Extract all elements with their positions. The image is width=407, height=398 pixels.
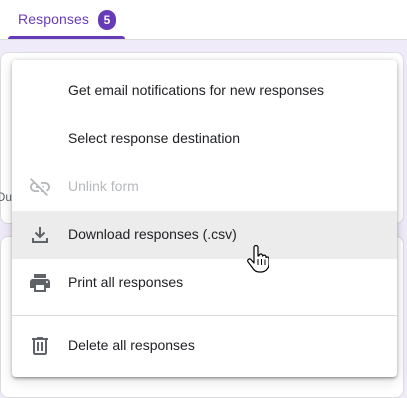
responses-more-menu: Get email notifications for new response… [12,60,397,377]
response-count-badge: 5 [98,10,116,30]
menu-item-label: Select response destination [68,130,240,146]
tab-active-indicator [8,36,125,39]
download-icon [28,223,52,247]
menu-item-delete-all[interactable]: Delete all responses [12,322,397,370]
print-icon [28,271,52,295]
menu-item-select-destination[interactable]: Select response destination [12,115,397,163]
menu-item-label: Delete all responses [68,337,195,353]
tab-label: Responses [18,11,89,27]
tab-responses[interactable]: Responses 5 [8,0,125,39]
menu-item-email-notifications[interactable]: Get email notifications for new response… [12,67,397,115]
menu-item-label: Unlink form [68,178,139,194]
link-off-icon [28,175,52,199]
menu-item-download-csv[interactable]: Download responses (.csv) [12,211,397,259]
top-bar: Responses 5 [0,0,407,40]
menu-item-label: Get email notifications for new response… [68,82,325,98]
trash-icon [28,334,52,358]
menu-item-print-all[interactable]: Print all responses [12,259,397,307]
menu-item-label: Print all responses [68,274,184,290]
menu-item-unlink-form: Unlink form [12,163,397,211]
hand-pointer-icon [247,244,270,273]
menu-divider [12,315,397,316]
menu-item-label: Download responses (.csv) [68,226,237,242]
